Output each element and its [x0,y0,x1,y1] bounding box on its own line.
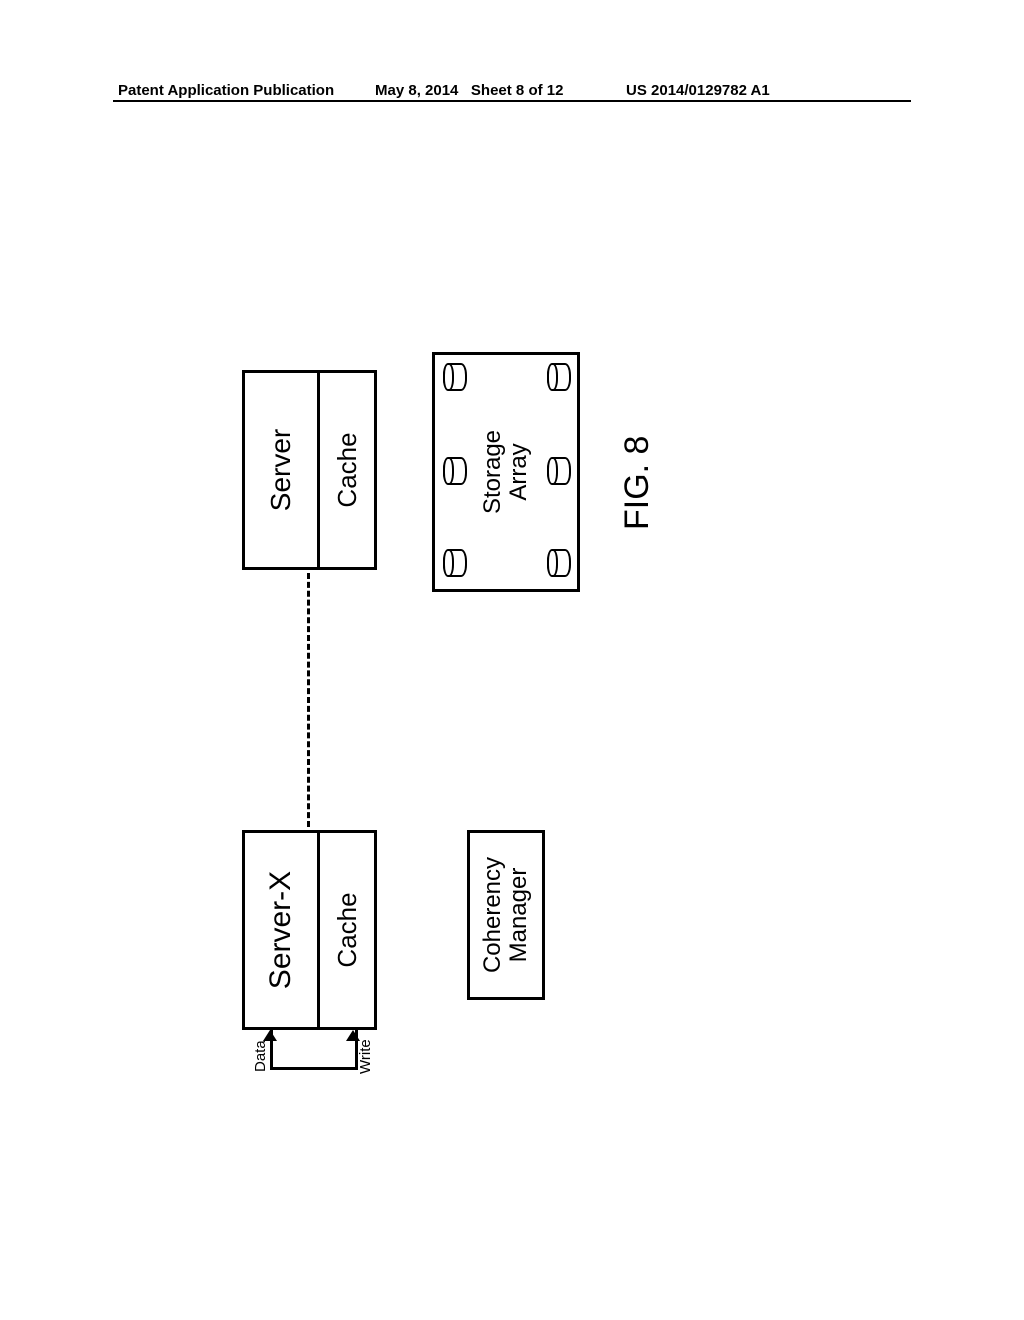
data-arrow-label: Data [252,1040,269,1072]
server-x-label: Server-X [264,871,298,989]
disk-icon [547,457,571,485]
header-publication: Patent Application Publication [118,82,334,99]
server-x-cache-label: Cache [332,892,363,967]
server-box: Server [242,370,320,570]
disk-icon [547,363,571,391]
write-arrow-label: Write [357,1039,374,1074]
coherency-manager-box: Coherency Manager [467,830,545,1000]
figure-label: FIG. 8 [618,436,657,530]
server-cache-label: Cache [332,432,363,507]
dashed-connector [307,573,310,827]
disk-icon [443,363,467,391]
header-date-sheet: May 8, 2014 Sheet 8 of 12 [375,82,563,99]
header-rule [113,100,911,102]
disk-icon [443,457,467,485]
server-x-cache-box: Cache [317,830,377,1030]
coherency-manager-label: Coherency Manager [480,857,533,973]
header-pubno: US 2014/0129782 A1 [626,82,770,99]
disk-icon [443,549,467,577]
data-write-loop [270,1030,358,1070]
storage-array-box: Storage Array [432,352,580,592]
server-x-box: Server-X [242,830,320,1030]
disk-icon [547,549,571,577]
storage-array-label: Storage Array [480,430,533,514]
server-label: Server [265,429,297,511]
figure-8: Server-X Cache Server Cache Data Write C… [142,190,882,1190]
server-cache-box: Cache [317,370,377,570]
